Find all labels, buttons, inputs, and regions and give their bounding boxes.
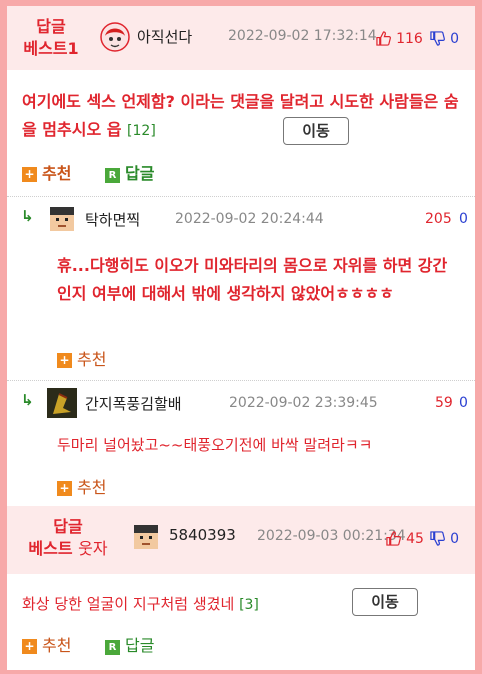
upvote-count[interactable]: 59 [435,395,453,411]
reply-arrow-icon: ↳ [21,391,34,409]
upvote-count: 116 [396,31,423,47]
avatar[interactable] [47,388,77,418]
best-rank-line1: 답글 [53,517,83,536]
upvote-button[interactable]: 45 [386,528,424,547]
plus-icon: + [22,639,37,654]
comment-date: 2022-09-03 00:21:34 [257,528,406,544]
avatar[interactable] [131,522,161,552]
best-comment-text: 화상 당한 얼굴이 지구처럼 생겼네 [3] [22,591,259,618]
reply-arrow-icon: ↳ [21,207,34,225]
comment-date: 2022-09-02 20:24:44 [175,211,324,227]
recommend-button[interactable]: + 추천 [22,632,71,656]
best-rank-label: 답글 베스트 웃자 [25,516,111,560]
avatar[interactable] [100,22,130,52]
best-comment-header: 답글 베스트 웃자 5840393 2022-09-03 00:21:34 45… [7,506,475,574]
best-rank-label: 답글 베스트1 [21,16,81,60]
recommend-label: 추천 [77,350,107,369]
recommend-button[interactable]: + 추천 [57,346,106,370]
reply-count[interactable]: [3] [239,597,259,613]
downvote-count[interactable]: 0 [459,211,468,227]
recommend-label: 추천 [42,636,72,655]
move-button[interactable]: 이동 [352,588,418,616]
comment-author-nickname[interactable]: 아직선다 [137,26,192,47]
divider [7,380,475,381]
recommend-label: 추천 [42,164,72,183]
downvote-button[interactable]: 0 [430,528,459,547]
best-comment-text: 여기에도 섹스 언제함? 이라는 댓글을 달려고 시도한 사람들은 숨을 멈추시… [22,88,462,145]
reply-label: 답글 [125,636,155,655]
comment-date: 2022-09-02 17:32:14 [228,28,377,44]
comment-author-nickname[interactable]: 간지폭풍김할배 [85,393,182,414]
plus-icon: + [57,481,72,496]
best-rank-line2: 베스트 [28,539,73,558]
upvote-button[interactable]: 116 [376,28,423,47]
plus-icon: + [57,353,72,368]
reply-text: 휴...다행히도 이오가 미와타리의 몸으로 자위를 하면 강간인지 여부에 대… [57,256,448,303]
reply-text: 두마리 널어놨고~~태풍오기전에 바싹 말려라ㅋㅋ [57,436,373,454]
recommend-button[interactable]: + 추천 [57,474,106,498]
comment-text: 화상 당한 얼굴이 지구처럼 생겼네 [22,595,235,613]
best-rank-line1: 답글 [36,17,66,36]
comment-date: 2022-09-02 23:39:45 [229,395,378,411]
downvote-button[interactable]: 0 [430,28,459,47]
divider [7,196,475,197]
thumbs-down-icon [430,531,445,546]
reply-r-icon: R [105,640,120,655]
move-button[interactable]: 이동 [283,117,349,145]
upvote-count: 45 [406,531,424,547]
plus-icon: + [22,167,37,182]
reply-r-icon: R [105,168,120,183]
thumbs-up-icon [386,531,401,546]
reply-button[interactable]: R 답글 [105,160,154,184]
recommend-label: 추천 [77,478,107,497]
thumbs-down-icon [430,31,445,46]
comment-text: 여기에도 섹스 언제함? 이라는 댓글을 달려고 시도한 사람들은 숨을 멈추시… [22,92,459,139]
thumbs-up-icon [376,31,391,46]
upvote-count[interactable]: 205 [425,211,452,227]
downvote-count: 0 [450,531,460,547]
downvote-count: 0 [450,31,460,47]
comment-author-nickname[interactable]: 탁하면찍 [85,209,140,230]
avatar[interactable] [47,204,77,234]
recommend-button[interactable]: + 추천 [22,160,71,184]
best-rank-category: 웃자 [78,539,108,558]
comment-author-nickname[interactable]: 5840393 [169,526,236,544]
best-comment-header: 답글 베스트1 아직선다 2022-09-02 17:32:14 116 0 [7,6,475,70]
comment-panel: 답글 베스트1 아직선다 2022-09-02 17:32:14 116 0 여… [7,6,475,670]
reply-button[interactable]: R 답글 [105,632,154,656]
downvote-count[interactable]: 0 [459,395,468,411]
reply-label: 답글 [125,164,155,183]
best-rank-line2: 베스트1 [23,39,79,58]
reply-count[interactable]: [12] [127,123,156,139]
